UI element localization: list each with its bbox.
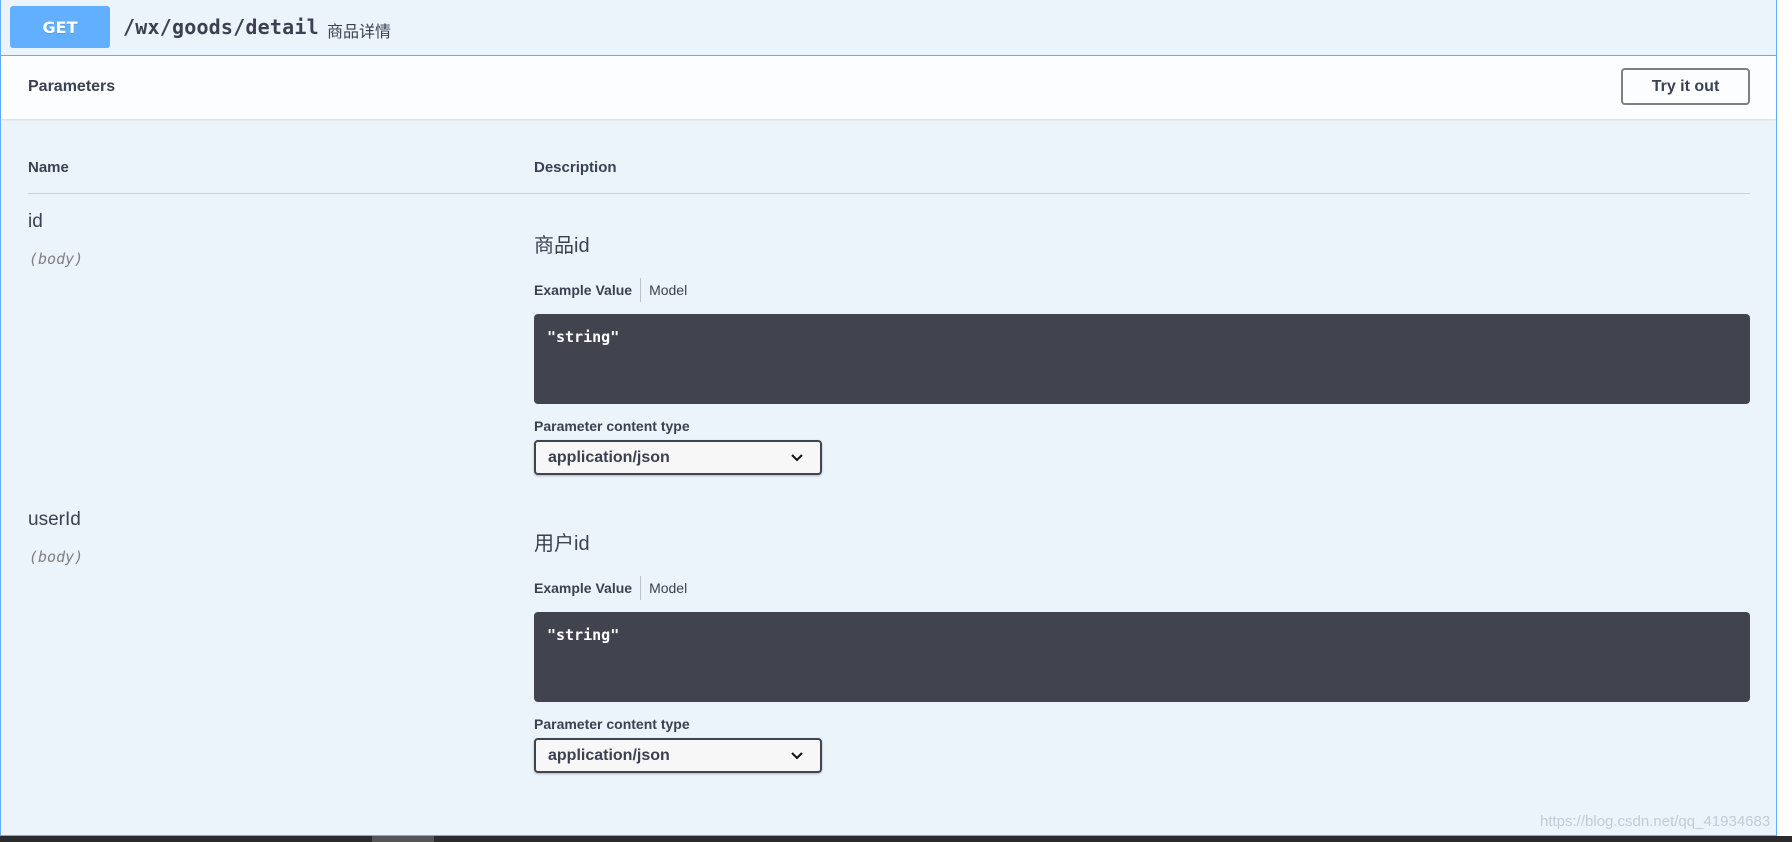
example-model-tabs: Example Value Model xyxy=(534,576,687,600)
tab-model[interactable]: Model xyxy=(641,576,687,600)
content-type-label: Parameter content type xyxy=(534,716,690,732)
parameter-location: (body) xyxy=(29,250,84,268)
chevron-down-icon xyxy=(791,752,803,760)
parameter-description: 用户id xyxy=(534,533,590,555)
parameter-name: userId xyxy=(28,509,81,530)
operation-path: /wx/goods/detail xyxy=(123,15,319,39)
example-model-tabs: Example Value Model xyxy=(534,278,687,302)
tab-model[interactable]: Model xyxy=(641,278,687,302)
parameter-name: id xyxy=(28,211,43,232)
content-type-select[interactable]: application/json xyxy=(534,440,822,475)
tab-example-value[interactable]: Example Value xyxy=(534,576,642,600)
bottom-scrollbar[interactable] xyxy=(0,836,1792,842)
chevron-down-icon xyxy=(791,454,803,462)
method-badge: GET xyxy=(10,6,110,48)
watermark-text: https://blog.csdn.net/qq_41934683 xyxy=(1540,813,1771,830)
column-header-name: Name xyxy=(28,159,69,176)
content-type-select[interactable]: application/json xyxy=(534,738,822,773)
scrollbar-thumb[interactable] xyxy=(372,836,434,842)
content-type-value: application/json xyxy=(548,448,670,466)
content-type-value: application/json xyxy=(548,746,670,764)
column-header-description: Description xyxy=(534,159,617,176)
example-value-code: "string" xyxy=(534,314,1750,404)
operation-summary[interactable]: GET /wx/goods/detail 商品详情 xyxy=(1,0,1776,56)
parameter-location: (body) xyxy=(29,548,84,566)
header-divider xyxy=(28,193,1750,194)
try-it-out-button[interactable]: Try it out xyxy=(1621,68,1750,105)
parameters-title: Parameters xyxy=(28,78,116,95)
tab-example-value[interactable]: Example Value xyxy=(534,278,642,302)
example-value-code: "string" xyxy=(534,612,1750,702)
parameters-header: Parameters Try it out xyxy=(1,56,1776,119)
content-type-label: Parameter content type xyxy=(534,418,690,434)
parameter-description: 商品id xyxy=(534,235,590,257)
operation-block-get: GET /wx/goods/detail 商品详情 Parameters Try… xyxy=(0,0,1777,836)
operation-description: 商品详情 xyxy=(327,24,392,41)
